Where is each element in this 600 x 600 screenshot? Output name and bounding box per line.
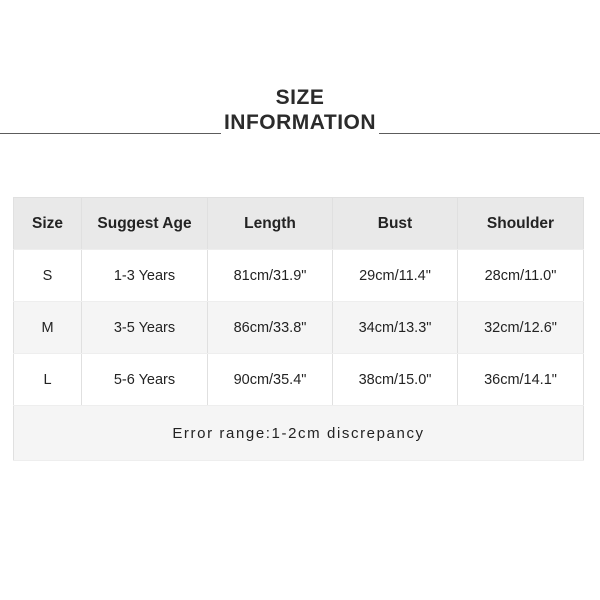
cell-suggest-age: 5-6 Years [81, 353, 208, 406]
cell-length: 81cm/31.9" [207, 249, 333, 302]
column-header-bust: Bust [332, 197, 458, 250]
page-title-line-2: INFORMATION [220, 111, 380, 135]
cell-length: 90cm/35.4" [207, 353, 333, 406]
page-title-line-1: SIZE [275, 86, 325, 109]
cell-bust: 38cm/15.0" [332, 353, 458, 406]
cell-suggest-age: 1-3 Years [81, 249, 208, 302]
table-header: Size Suggest Age Length Bust Shoulder [13, 197, 584, 250]
table-row: L 5-6 Years 90cm/35.4" 38cm/15.0" 36cm/1… [13, 353, 584, 406]
table-row: S 1-3 Years 81cm/31.9" 29cm/11.4" 28cm/1… [13, 249, 584, 302]
cell-shoulder: 28cm/11.0" [457, 249, 584, 302]
table-header-row: Size Suggest Age Length Bust Shoulder [13, 197, 584, 250]
title-rule-container: INFORMATION [0, 111, 600, 137]
cell-suggest-age: 3-5 Years [81, 301, 208, 354]
error-range-note: Error range:1-2cm discrepancy [13, 405, 584, 461]
size-chart-container: Size Suggest Age Length Bust Shoulder S … [13, 197, 584, 461]
size-information-page: SIZE INFORMATION Size Suggest Age Length… [0, 0, 600, 600]
cell-bust: 34cm/13.3" [332, 301, 458, 354]
size-chart-table: Size Suggest Age Length Bust Shoulder S … [13, 197, 584, 461]
table-row: M 3-5 Years 86cm/33.8" 34cm/13.3" 32cm/1… [13, 301, 584, 354]
table-body: S 1-3 Years 81cm/31.9" 29cm/11.4" 28cm/1… [13, 249, 584, 406]
cell-size: M [13, 301, 82, 354]
table-footer: Error range:1-2cm discrepancy [13, 405, 584, 461]
column-header-suggest-age: Suggest Age [81, 197, 208, 250]
cell-shoulder: 32cm/12.6" [457, 301, 584, 354]
column-header-size: Size [13, 197, 82, 250]
cell-length: 86cm/33.8" [207, 301, 333, 354]
column-header-shoulder: Shoulder [457, 197, 584, 250]
cell-shoulder: 36cm/14.1" [457, 353, 584, 406]
table-footer-row: Error range:1-2cm discrepancy [13, 405, 584, 461]
cell-bust: 29cm/11.4" [332, 249, 458, 302]
cell-size: S [13, 249, 82, 302]
column-header-length: Length [207, 197, 333, 250]
page-title: SIZE INFORMATION [0, 86, 600, 137]
cell-size: L [13, 353, 82, 406]
